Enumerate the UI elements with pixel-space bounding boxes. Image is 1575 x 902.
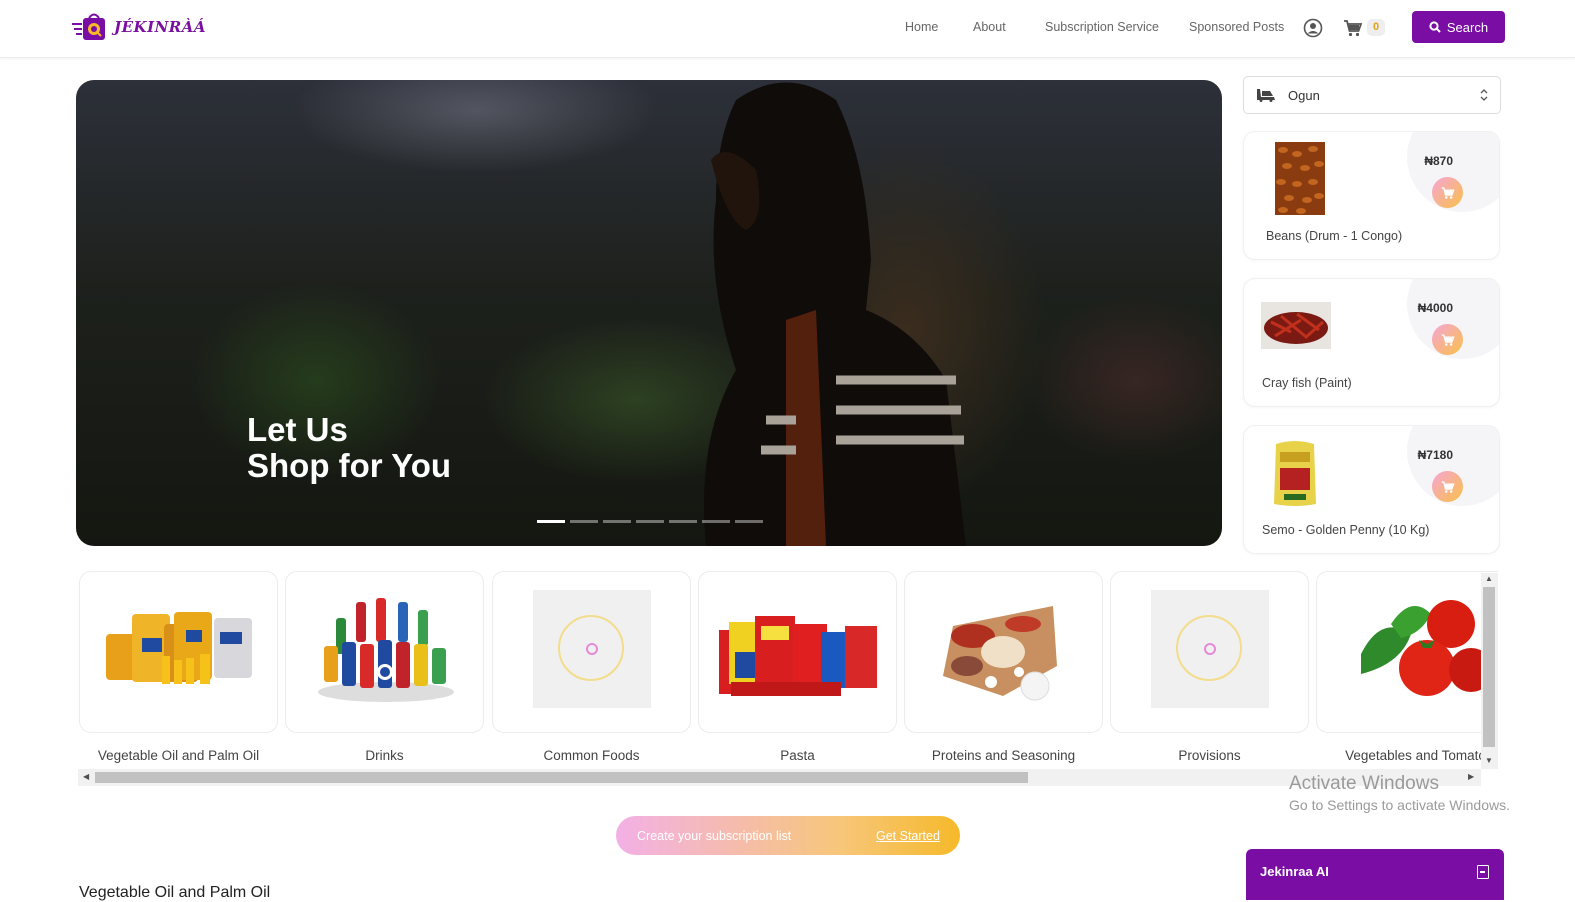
product-name: Cray fish (Paint) — [1262, 376, 1352, 390]
vegetable-oil-image — [106, 612, 252, 684]
minimize-icon[interactable] — [1477, 865, 1489, 879]
activate-windows-subtitle: Go to Settings to activate Windows. — [1289, 797, 1510, 813]
hero-headline: Let Us Shop for You — [247, 412, 451, 484]
crayfish-product-image — [1261, 302, 1331, 349]
category-label: Drinks — [365, 748, 404, 763]
product-price: ₦4000 — [1417, 301, 1453, 315]
carousel-indicator[interactable] — [735, 520, 763, 523]
category-card[interactable]: Common Foods — [492, 571, 691, 763]
carousel-indicator[interactable] — [636, 520, 664, 523]
assistant-chat-bar[interactable]: Jekinraa AI — [1246, 849, 1504, 900]
category-image-box — [1316, 571, 1498, 733]
product-name: Beans (Drum - 1 Congo) — [1266, 229, 1403, 243]
category-card[interactable]: Vegetable Oil and Palm Oil — [79, 571, 278, 763]
category-label: Vegetables and Tomato — [1345, 748, 1486, 763]
nav-subscription-service-link[interactable]: Subscription Service — [1045, 20, 1159, 34]
cart-icon — [1441, 186, 1455, 199]
nav-sponsored-posts-link[interactable]: Sponsored Posts — [1189, 20, 1284, 34]
product-name: Semo - Golden Penny (10 Kg) — [1262, 523, 1430, 537]
featured-product-card[interactable]: ₦870 Beans (Drum - 1 Congo) — [1243, 131, 1500, 260]
cart-icon — [1441, 333, 1455, 346]
nav-about-link[interactable]: About — [973, 20, 1006, 34]
category-image-box — [698, 571, 897, 733]
category-image-box — [904, 571, 1103, 733]
drinks-image — [318, 598, 454, 702]
category-image-box — [285, 571, 484, 733]
subscription-banner: Create your subscription list Get Starte… — [616, 816, 960, 855]
carousel-indicator[interactable] — [570, 520, 598, 523]
image-placeholder-icon — [1151, 590, 1269, 708]
category-label: Common Foods — [543, 748, 640, 763]
subscription-text: Create your subscription list — [637, 828, 792, 843]
section-heading: Vegetable Oil and Palm Oil — [79, 884, 271, 901]
category-horizontal-scrollbar[interactable]: ◀ ▶ — [78, 769, 1481, 786]
search-icon — [1429, 21, 1441, 33]
search-button-label: Search — [1446, 19, 1489, 35]
category-image-box — [1110, 571, 1309, 733]
pasta-image — [719, 616, 877, 696]
category-label: Provisions — [1178, 748, 1241, 763]
carousel-indicator[interactable] — [669, 520, 697, 523]
category-card[interactable]: Vegetables and Tomato — [1316, 571, 1498, 763]
nav-home-link[interactable]: Home — [905, 20, 938, 34]
activate-windows-watermark: Activate Windows Go to Settings to activ… — [1289, 773, 1510, 813]
add-to-cart-button[interactable] — [1432, 177, 1463, 208]
tomatoes-image — [1361, 600, 1491, 696]
image-placeholder-icon — [533, 590, 651, 708]
assistant-title: Jekinraa AI — [1260, 864, 1329, 879]
brand-name: JÉKINRÀÁ — [114, 18, 207, 36]
top-navbar: JÉKINRÀÁ Home About Subscription Service… — [0, 0, 1575, 58]
product-price: ₦870 — [1424, 154, 1453, 168]
category-image-box — [492, 571, 691, 733]
semovita-bag-product-image — [1274, 441, 1316, 506]
cart-count-badge: 0 — [1367, 19, 1385, 36]
category-label: Pasta — [780, 748, 815, 763]
product-price: ₦7180 — [1417, 448, 1453, 462]
get-started-link[interactable]: Get Started — [876, 829, 940, 843]
carousel-indicator[interactable] — [537, 520, 565, 523]
add-to-cart-button[interactable] — [1432, 471, 1463, 502]
activate-windows-title: Activate Windows — [1289, 773, 1439, 794]
add-to-cart-button[interactable] — [1432, 324, 1463, 355]
delivery-truck-icon — [1257, 89, 1275, 102]
carousel-indicator[interactable] — [603, 520, 631, 523]
cart-icon[interactable] — [1343, 18, 1363, 38]
category-vertical-scrollbar[interactable]: ▲ ▼ — [1481, 573, 1498, 769]
user-account-icon[interactable] — [1303, 18, 1323, 38]
beans-product-image — [1275, 142, 1325, 215]
featured-product-card[interactable]: ₦4000 Cray fish (Paint) — [1243, 278, 1500, 407]
select-arrows-icon — [1480, 89, 1488, 101]
category-carousel: Vegetable Oil and Palm Oil Drinks Common… — [78, 571, 1498, 787]
hero-headline-line1: Let Us — [247, 411, 348, 448]
hero-headline-line2: Shop for You — [247, 447, 452, 484]
category-image-box — [79, 571, 278, 733]
featured-product-card[interactable]: ₦7180 Semo - Golden Penny (10 Kg) — [1243, 425, 1500, 554]
carousel-indicator[interactable] — [702, 520, 730, 523]
category-label: Vegetable Oil and Palm Oil — [97, 748, 260, 763]
carousel-indicators — [537, 520, 763, 523]
cart-icon — [1441, 480, 1455, 493]
category-card[interactable]: Provisions — [1110, 571, 1309, 763]
category-card[interactable]: Drinks — [285, 571, 484, 763]
category-card[interactable]: Proteins and Seasoning — [904, 571, 1103, 763]
search-button[interactable]: Search — [1412, 11, 1505, 43]
shopping-bag-logo-icon — [72, 13, 105, 40]
brand-logo[interactable]: JÉKINRÀÁ — [72, 10, 206, 44]
hero-carousel[interactable]: Let Us Shop for You — [76, 80, 1222, 546]
state-select[interactable]: Ogun — [1243, 76, 1501, 114]
category-card[interactable]: Pasta — [698, 571, 897, 763]
state-select-value: Ogun — [1288, 87, 1320, 103]
category-label: Proteins and Seasoning — [931, 748, 1076, 763]
